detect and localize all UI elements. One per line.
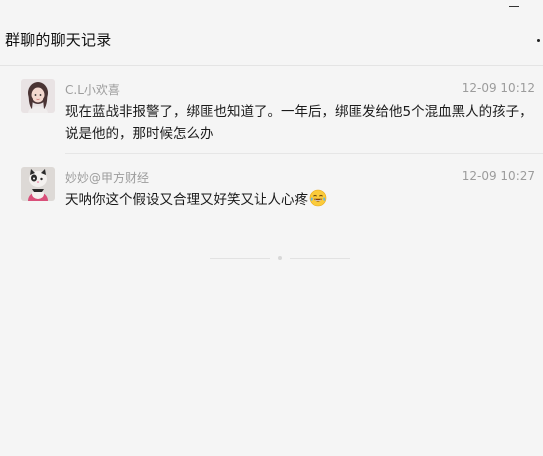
page-title: 群聊的聊天记录 [5, 31, 112, 49]
chat-message: C.L小欢喜 12-09 10:12 现在蓝战非报警了，绑匪也知道了。一年后，绑… [0, 66, 543, 154]
message-text: 天呐你这个假设又合理又好笑又让人心疼 [65, 192, 308, 208]
message-text: 现在蓝战非报警了，绑匪也知道了。一年后，绑匪发给他5个混血黑人的孩子，说是他的，… [65, 104, 533, 142]
message-time: 12-09 10:27 [461, 169, 535, 183]
laughing-tears-emoji [309, 189, 327, 214]
minimize-icon[interactable] [503, 0, 525, 16]
chat-history-header: 群聊的聊天记录 [0, 18, 543, 66]
sender-name: 妙妙@甲方财经 [65, 171, 150, 185]
end-of-records-marker [210, 253, 350, 263]
sender-name: C.L小欢喜 [65, 83, 120, 97]
avatar-girl-photo [21, 79, 55, 113]
divider-line [290, 258, 350, 259]
avatar[interactable] [21, 167, 55, 201]
more-dots-icon[interactable] [533, 34, 543, 48]
divider-line [210, 258, 270, 259]
message-time: 12-09 10:12 [461, 81, 535, 95]
message-body: 天呐你这个假设又合理又好笑又让人心疼 [65, 189, 535, 214]
avatar[interactable] [21, 79, 55, 113]
avatar-cat-toy-photo [21, 167, 55, 201]
title-bar [0, 0, 543, 18]
end-dot [278, 256, 282, 260]
chat-message: 妙妙@甲方财经 12-09 10:27 天呐你这个假设又合理又好笑又让人心疼 [0, 154, 543, 224]
chat-history-window: 群聊的聊天记录 C.L小欢喜 12-09 10:12 现在蓝战非报警了，绑匪也知… [0, 0, 543, 456]
